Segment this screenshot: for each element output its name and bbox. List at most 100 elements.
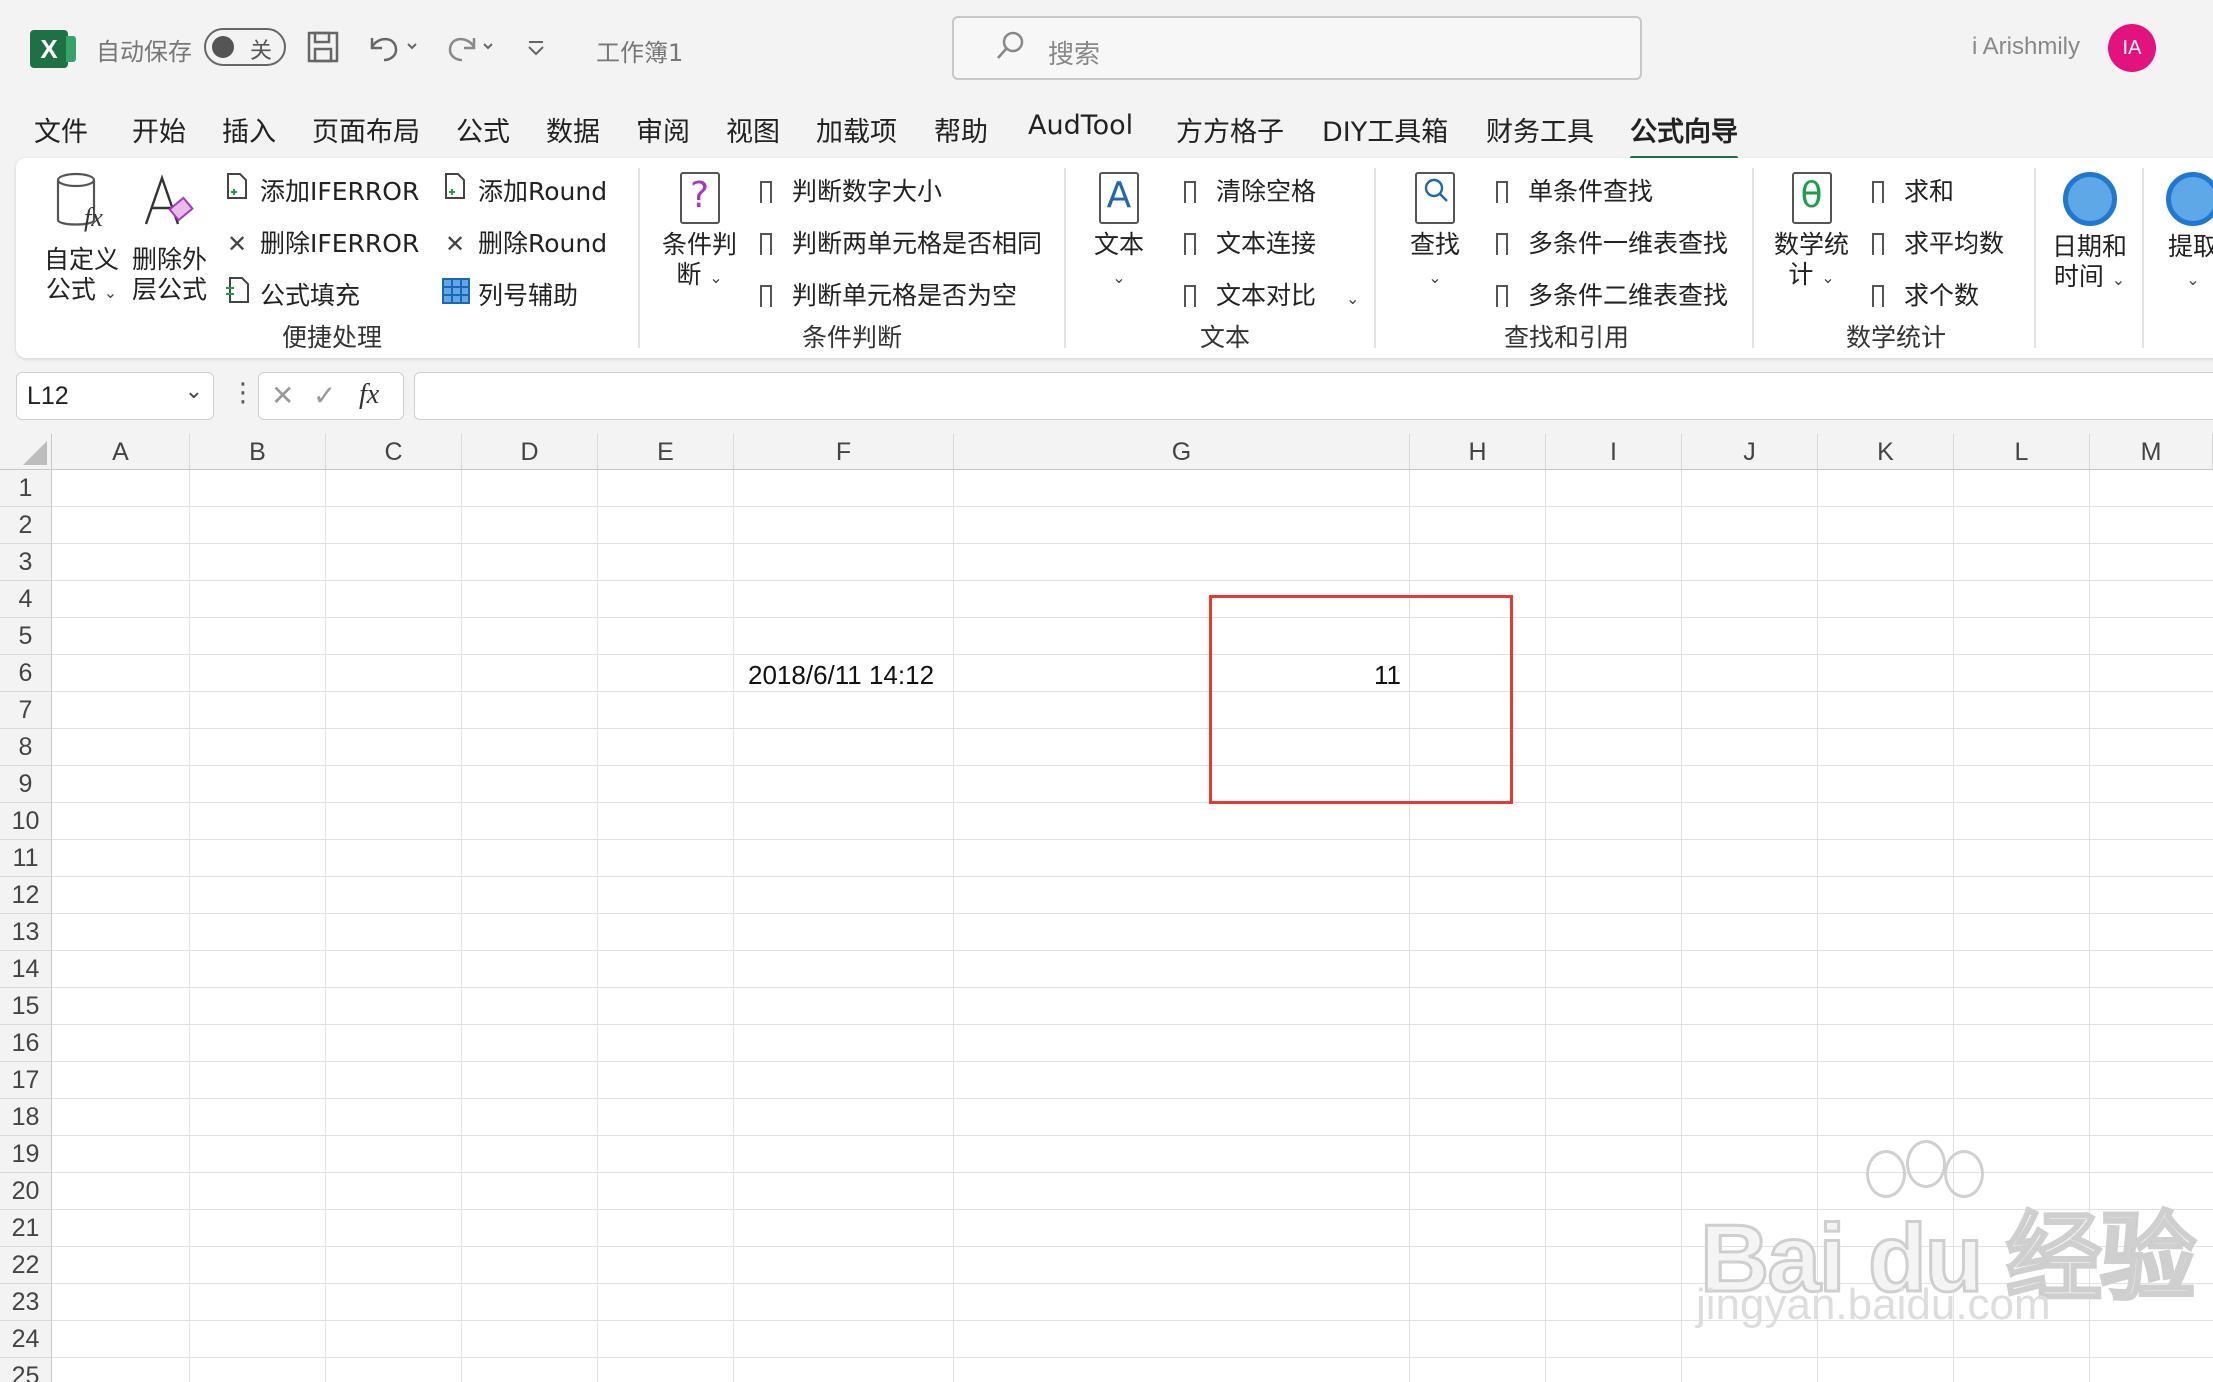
row-header-6[interactable]: 6 [0,655,52,692]
row-header-17[interactable]: 17 [0,1062,52,1099]
lookup-button[interactable]: 查找 ⌄ [1410,172,1460,293]
row-header-19[interactable]: 19 [0,1136,52,1173]
column-helper-button[interactable]: 列号辅助 [442,276,578,312]
column-header-D[interactable]: D [462,434,598,470]
formula-fill-button[interactable]: 公式填充 [224,276,360,312]
column-header-G[interactable]: G [954,434,1410,470]
tab-help[interactable]: 帮助 [934,110,988,149]
column-header-J[interactable]: J [1682,434,1818,470]
row-header-8[interactable]: 8 [0,729,52,766]
multi-2d-lookup-button[interactable]: 多条件二维表查找 [1496,276,1728,312]
tab-formula-wizard[interactable]: 公式向导 [1630,110,1738,161]
tab-home[interactable]: 开始 [132,110,186,149]
date-time-button[interactable]: 日期和 时间 ⌄ [2052,172,2127,295]
column-header-E[interactable]: E [598,434,734,470]
column-header-H[interactable]: H [1410,434,1546,470]
chevron-down-icon[interactable]: ⌄ [1346,289,1359,308]
math-stats-button[interactable]: θ 数学统 计 ⌄ [1774,172,1849,293]
row-header-14[interactable]: 14 [0,951,52,988]
row-header-13[interactable]: 13 [0,914,52,951]
autosave-toggle[interactable]: 关 [204,28,286,66]
tab-audtool[interactable]: AudTool [1028,110,1133,141]
remove-round-button[interactable]: ✕ 删除Round [442,224,607,260]
column-header-I[interactable]: I [1546,434,1682,470]
user-name[interactable]: i Arishmily [1972,33,2080,61]
add-round-button[interactable]: 添加Round [442,172,607,208]
group-separator [638,168,640,348]
row-header-22[interactable]: 22 [0,1247,52,1284]
add-iferror-button[interactable]: 添加IFERROR [224,172,419,208]
row-header-16[interactable]: 16 [0,1025,52,1062]
judge-cells-equal-button[interactable]: 判断两单元格是否相同 [760,224,1042,260]
tab-review[interactable]: 审阅 [636,110,690,149]
tab-view[interactable]: 视图 [726,110,780,149]
column-header-F[interactable]: F [734,434,954,470]
row-header-4[interactable]: 4 [0,581,52,618]
more-options-icon[interactable]: ⋮ [230,378,256,408]
extract-button[interactable]: 提取 ⌄ [2166,172,2213,295]
tab-fangfang[interactable]: 方方格子 [1176,110,1284,149]
row-header-9[interactable]: 9 [0,766,52,803]
row-header-7[interactable]: 7 [0,692,52,729]
fill-doc-icon [224,276,250,310]
row-header-15[interactable]: 15 [0,988,52,1025]
confirm-icon[interactable]: ✓ [313,379,336,412]
average-button[interactable]: 求平均数 [1872,224,2004,260]
custom-formula-button[interactable]: fx 自定义 公式 ⌄ [44,172,119,308]
row-header-25[interactable]: 25 [0,1358,52,1382]
name-box[interactable]: L12 ⌄ [16,372,214,420]
sum-button[interactable]: 求和 [1872,172,1954,208]
tab-finance-tools[interactable]: 财务工具 [1486,110,1594,149]
column-header-K[interactable]: K [1818,434,1954,470]
cancel-icon[interactable]: ✕ [271,379,294,412]
row-header-1[interactable]: 1 [0,470,52,507]
cell-F6[interactable]: 2018/6/11 14:12 [748,660,934,691]
tab-insert[interactable]: 插入 [222,110,276,149]
row-header-23[interactable]: 23 [0,1284,52,1321]
row-header-5[interactable]: 5 [0,618,52,655]
row-header-10[interactable]: 10 [0,803,52,840]
tab-diy-toolbox[interactable]: DIY工具箱 [1322,110,1448,149]
remove-iferror-button[interactable]: ✕ 删除IFERROR [224,224,419,260]
redo-icon[interactable] [440,30,496,72]
avatar[interactable]: IA [2108,24,2156,72]
column-header-L[interactable]: L [1954,434,2090,470]
row-header-3[interactable]: 3 [0,544,52,581]
tab-formulas[interactable]: 公式 [456,110,510,149]
column-header-C[interactable]: C [326,434,462,470]
count-button[interactable]: 求个数 [1872,276,1979,312]
insert-function-icon[interactable]: fx [359,379,379,411]
select-all-corner[interactable] [0,434,52,470]
row-header-24[interactable]: 24 [0,1321,52,1358]
row-header-12[interactable]: 12 [0,877,52,914]
text-button[interactable]: A 文本 ⌄ [1094,172,1144,293]
tab-file[interactable]: 文件 [34,110,88,149]
column-header-M[interactable]: M [2090,434,2213,470]
text-compare-button[interactable]: 文本对比 ⌄ [1184,276,1359,312]
search-box[interactable]: 搜索 [952,16,1642,80]
formula-buttons: ✕ ✓ fx [258,372,404,420]
column-header-A[interactable]: A [52,434,190,470]
customize-qat-icon[interactable] [524,30,548,72]
row-header-18[interactable]: 18 [0,1099,52,1136]
tab-data[interactable]: 数据 [546,110,600,149]
undo-icon[interactable] [364,30,420,72]
row-header-20[interactable]: 20 [0,1173,52,1210]
judge-cell-empty-button[interactable]: 判断单元格是否为空 [760,276,1017,312]
formula-input[interactable] [414,372,2213,420]
text-concat-button[interactable]: 文本连接 [1184,224,1316,260]
column-header-B[interactable]: B [190,434,326,470]
tab-page-layout[interactable]: 页面布局 [312,110,420,149]
single-lookup-button[interactable]: 单条件查找 [1496,172,1653,208]
tab-addins[interactable]: 加载项 [816,110,897,149]
chevron-down-icon[interactable]: ⌄ [185,379,203,404]
judge-number-size-button[interactable]: 判断数字大小 [760,172,942,208]
multi-1d-lookup-button[interactable]: 多条件一维表查找 [1496,224,1728,260]
row-header-21[interactable]: 21 [0,1210,52,1247]
row-header-2[interactable]: 2 [0,507,52,544]
save-icon[interactable] [306,30,340,72]
condition-judge-button[interactable]: ? 条件判 断 ⌄ [662,172,737,293]
remove-outer-formula-button[interactable]: 删除外 层公式 [132,172,207,305]
clear-spaces-button[interactable]: 清除空格 [1184,172,1316,208]
row-header-11[interactable]: 11 [0,840,52,877]
